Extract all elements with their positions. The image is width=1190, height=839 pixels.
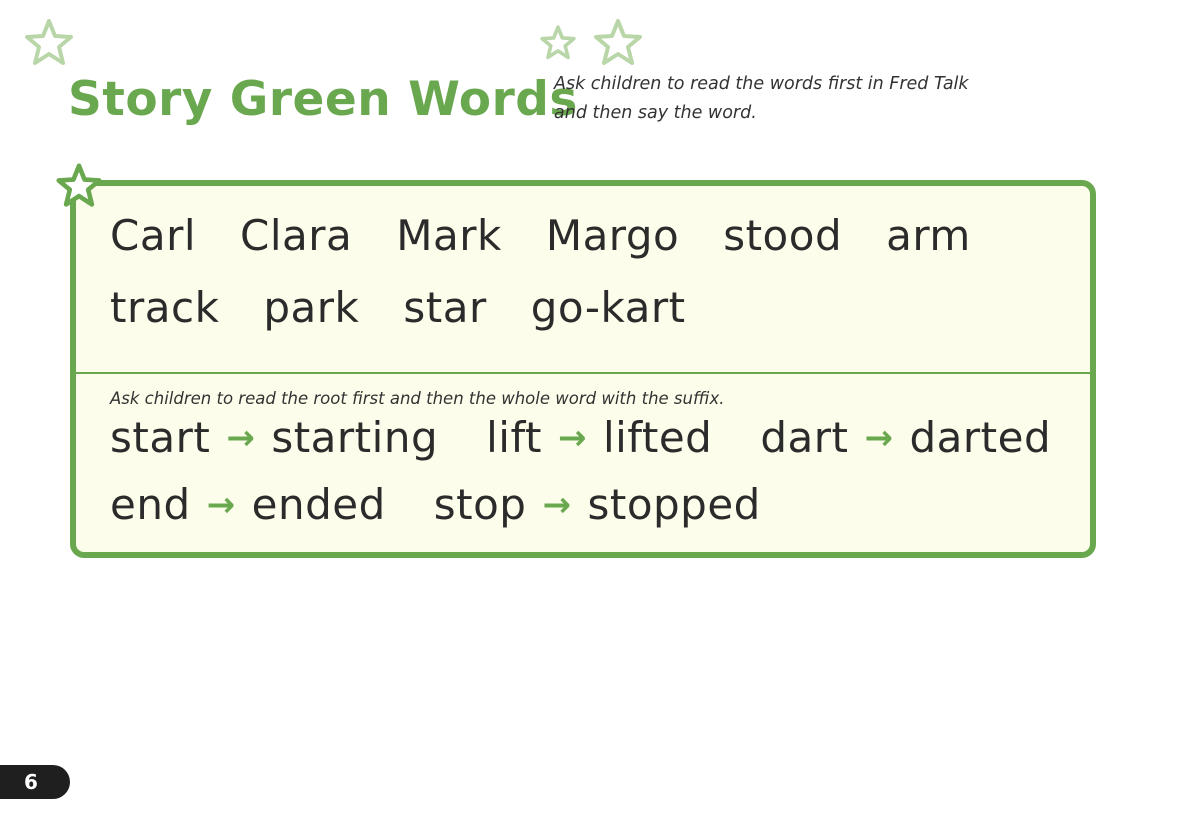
suffix-pair: dart → darted — [760, 413, 1051, 462]
suffix-pair: start → starting — [110, 413, 438, 462]
green-word: Margo — [545, 211, 680, 260]
root-word: end — [110, 480, 191, 529]
star-icon — [25, 19, 73, 65]
instruction-line: and then say the word. — [554, 103, 757, 123]
green-word: go-kart — [530, 283, 686, 332]
suffix-pair: lift → lifted — [486, 413, 712, 462]
star-icon — [540, 25, 576, 60]
suffix-instruction: Ask children to read the root first and … — [110, 389, 725, 408]
root-word: dart — [760, 413, 849, 462]
section-divider — [76, 372, 1090, 374]
suffix-row: start → starting lift → lifted dart → darted — [110, 413, 1099, 462]
suffixed-word: ended — [251, 480, 386, 529]
suffixed-word: darted — [909, 413, 1052, 462]
page-number: 6 — [0, 765, 70, 799]
suffix-row: end → ended stop → stopped — [110, 480, 809, 529]
root-word: start — [110, 413, 211, 462]
green-words-panel: Carl Clara Mark Margo stood arm track park star… — [70, 180, 1096, 558]
suffix-pair: end → ended — [110, 480, 386, 529]
word-row: Carl Clara Mark Margo stood arm — [110, 211, 1015, 260]
word-row: track park star go-kart — [110, 283, 730, 332]
green-word: stood — [723, 211, 843, 260]
green-word: arm — [886, 211, 971, 260]
suffixed-word: starting — [271, 413, 439, 462]
green-word: star — [403, 283, 487, 332]
green-word: Clara — [240, 211, 353, 260]
arrow-right-icon: → — [206, 485, 236, 525]
instruction-line: Ask children to read the words first in … — [554, 74, 969, 94]
arrow-right-icon: → — [557, 418, 587, 458]
arrow-right-icon: → — [226, 418, 256, 458]
arrow-right-icon: → — [542, 485, 572, 525]
green-word: park — [263, 283, 360, 332]
instruction-text: Ask children to read the words first in … — [554, 70, 969, 128]
star-icon — [594, 19, 642, 65]
root-word: stop — [433, 480, 527, 529]
suffixed-word: lifted — [602, 413, 713, 462]
green-word: track — [110, 283, 220, 332]
green-word: Carl — [110, 211, 196, 260]
green-word: Mark — [396, 211, 502, 260]
suffix-pair: stop → stopped — [434, 480, 761, 529]
page-title: Story Green Words — [68, 72, 578, 127]
suffixed-word: stopped — [587, 480, 761, 529]
arrow-right-icon: → — [864, 418, 894, 458]
star-icon — [56, 163, 102, 207]
root-word: lift — [486, 413, 542, 462]
